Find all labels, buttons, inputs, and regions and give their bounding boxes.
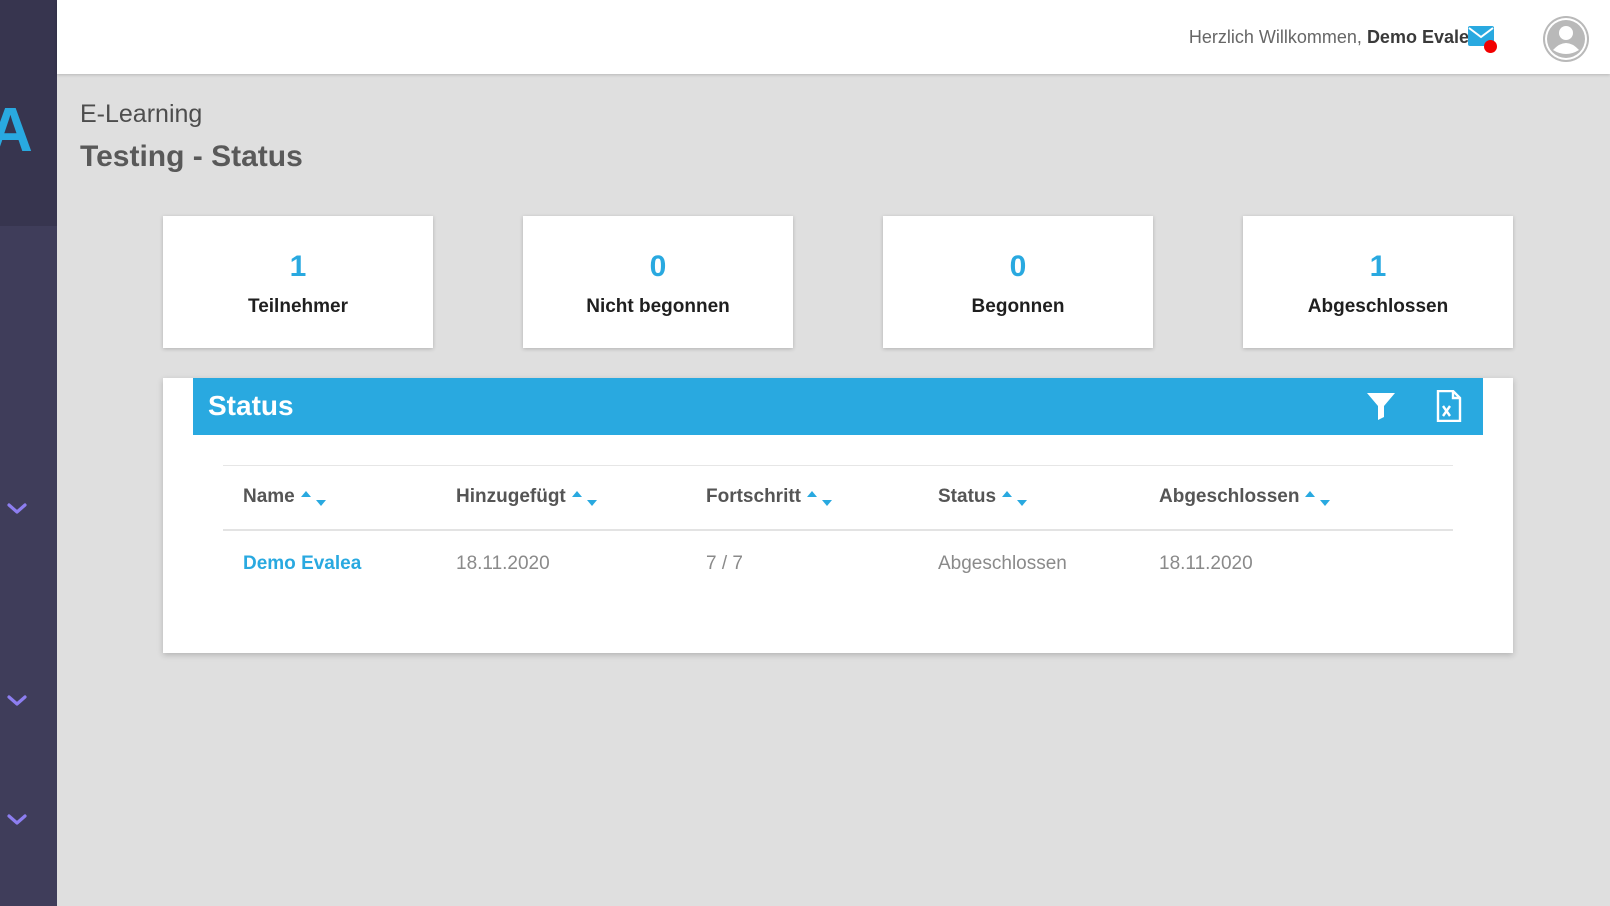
status-table: Name Hinzugefügt Fortschritt Status Abge… bbox=[223, 465, 1453, 597]
table-row: Demo Evalea 18.11.2020 7 / 7 Abgeschloss… bbox=[223, 531, 1453, 597]
stat-label: Begonnen bbox=[971, 296, 1065, 317]
participant-name-link[interactable]: Demo Evalea bbox=[243, 553, 361, 575]
table-header: Name Hinzugefügt Fortschritt Status Abge… bbox=[223, 466, 1453, 531]
notification-dot bbox=[1484, 40, 1497, 53]
column-header-label: Fortschritt bbox=[706, 486, 801, 507]
stat-label: Nicht begonnen bbox=[586, 296, 730, 317]
status-value: Abgeschlossen bbox=[938, 553, 1067, 574]
chevron-down-icon[interactable] bbox=[7, 813, 27, 827]
added-date: 18.11.2020 bbox=[456, 553, 550, 574]
sort-icon[interactable] bbox=[300, 488, 326, 506]
column-header-label: Status bbox=[938, 486, 997, 507]
welcome-message: Herzlich Willkommen, Demo Evalea bbox=[1189, 27, 1479, 48]
chevron-down-icon[interactable] bbox=[7, 694, 27, 708]
user-avatar-icon[interactable] bbox=[1543, 16, 1589, 62]
stat-label: Abgeschlossen bbox=[1307, 296, 1449, 317]
stat-value: 1 bbox=[289, 250, 307, 283]
progress-value: 7 / 7 bbox=[706, 553, 743, 574]
column-header-status[interactable]: Status bbox=[938, 486, 1028, 508]
page-title: Testing - Status bbox=[80, 140, 303, 173]
chevron-down-icon[interactable] bbox=[7, 502, 27, 516]
stat-card-completed: 1 Abgeschlossen bbox=[1243, 216, 1513, 348]
column-header-added[interactable]: Hinzugefügt bbox=[456, 486, 597, 508]
status-panel: Status Name Hinzugefügt Fortschritt Stat… bbox=[163, 378, 1513, 653]
stat-card-not-started: 0 Nicht begonnen bbox=[523, 216, 793, 348]
logo-letter: A bbox=[0, 96, 33, 165]
stat-card-started: 0 Begonnen bbox=[883, 216, 1153, 348]
sort-icon[interactable] bbox=[1305, 488, 1331, 506]
status-panel-header: Status bbox=[193, 378, 1483, 435]
sort-icon[interactable] bbox=[1002, 488, 1028, 506]
breadcrumb[interactable]: E-Learning bbox=[80, 100, 202, 129]
column-header-name[interactable]: Name bbox=[243, 486, 326, 508]
column-header-completed[interactable]: Abgeschlossen bbox=[1159, 486, 1331, 508]
excel-export-icon[interactable] bbox=[1436, 389, 1462, 423]
stat-value: 0 bbox=[1009, 250, 1027, 283]
welcome-text: Herzlich Willkommen, bbox=[1188, 27, 1362, 47]
stat-label: Teilnehmer bbox=[248, 296, 348, 317]
stat-card-participants: 1 Teilnehmer bbox=[163, 216, 433, 348]
stat-value: 0 bbox=[649, 250, 667, 283]
sidebar-logo[interactable]: A bbox=[0, 0, 57, 226]
user-name: Demo Evalea bbox=[1366, 27, 1479, 47]
stat-value: 1 bbox=[1369, 250, 1387, 283]
sidebar: A bbox=[0, 0, 57, 906]
column-header-progress[interactable]: Fortschritt bbox=[706, 486, 832, 508]
completed-date: 18.11.2020 bbox=[1159, 553, 1253, 574]
column-header-label: Name bbox=[243, 486, 295, 507]
sort-icon[interactable] bbox=[807, 488, 832, 506]
status-panel-title: Status bbox=[208, 390, 294, 421]
column-header-label: Abgeschlossen bbox=[1159, 486, 1300, 507]
topbar: Herzlich Willkommen, Demo Evalea bbox=[57, 0, 1610, 74]
sort-icon[interactable] bbox=[571, 488, 597, 506]
filter-icon[interactable] bbox=[1365, 390, 1397, 422]
column-header-label: Hinzugefügt bbox=[456, 486, 566, 507]
